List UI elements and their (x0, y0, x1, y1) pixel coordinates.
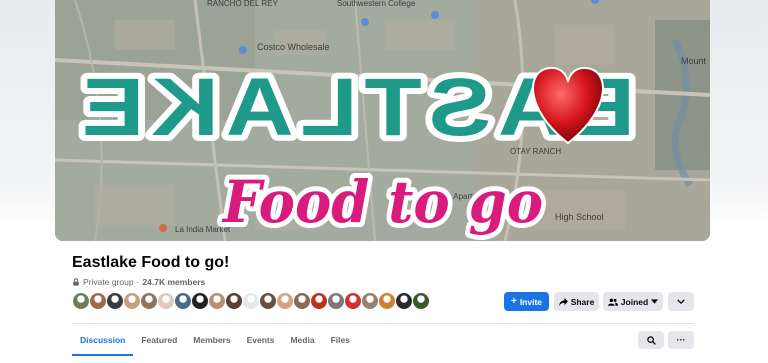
member-avatar[interactable] (412, 292, 430, 310)
group-cover-photo: RANCHO DEL REY Southwestern College Cost… (55, 0, 710, 241)
member-avatar[interactable] (344, 292, 362, 310)
joined-button[interactable]: Joined (603, 292, 663, 311)
tab-featured[interactable]: Featured (133, 325, 185, 356)
member-avatar[interactable] (123, 292, 141, 310)
chevron-down-icon (677, 299, 685, 304)
member-avatar[interactable] (361, 292, 379, 310)
member-avatar[interactable] (106, 292, 124, 310)
member-avatar[interactable] (157, 292, 175, 310)
map-label: RANCHO DEL REY (207, 0, 278, 8)
member-avatar[interactable] (378, 292, 396, 310)
member-count[interactable]: 24.7K members (142, 277, 205, 287)
cover-subline: Food to go (221, 168, 543, 236)
group-tab-bar: Discussion Featured Members Events Media… (72, 325, 358, 357)
ellipsis-icon: ··· (676, 335, 686, 345)
group-meta: Private group · 24.7K members (72, 277, 205, 287)
member-avatar[interactable] (327, 292, 345, 310)
tab-members[interactable]: Members (185, 325, 238, 356)
plus-icon: + (510, 295, 517, 307)
joined-label: Joined (620, 296, 649, 307)
member-avatar[interactable] (191, 292, 209, 310)
tab-events[interactable]: Events (239, 325, 283, 356)
member-avatar-row[interactable] (72, 292, 430, 311)
tab-discussion[interactable]: Discussion (72, 325, 134, 356)
search-group-button[interactable] (638, 331, 664, 349)
share-button[interactable]: Share (554, 292, 599, 311)
invite-button[interactable]: + Invite (504, 292, 549, 311)
map-label: Mount (681, 56, 707, 66)
member-avatar[interactable] (174, 292, 192, 310)
invite-label: Invite (519, 296, 543, 307)
member-avatar[interactable] (208, 292, 226, 310)
member-avatar[interactable] (293, 292, 311, 310)
share-arrow-icon (558, 297, 568, 306)
map-label: Costco Wholesale (257, 42, 330, 52)
member-avatar[interactable] (395, 292, 413, 310)
people-icon (607, 298, 618, 306)
member-avatar[interactable] (72, 292, 90, 310)
meta-separator: · (136, 277, 140, 287)
lock-icon (73, 278, 79, 286)
member-avatar[interactable] (310, 292, 328, 310)
group-privacy[interactable]: Private group (83, 277, 134, 287)
search-icon (646, 335, 656, 345)
cover-image: RANCHO DEL REY Southwestern College Cost… (55, 0, 710, 241)
map-label: Southwestern College (337, 0, 416, 8)
member-avatar[interactable] (259, 292, 277, 310)
group-name: Eastlake Food to go! (72, 254, 230, 271)
member-avatar[interactable] (140, 292, 158, 310)
tab-files[interactable]: Files (323, 325, 358, 356)
more-options-button[interactable] (668, 292, 694, 311)
member-avatar[interactable] (276, 292, 294, 310)
caret-down-icon (651, 299, 659, 304)
share-label: Share (570, 296, 595, 307)
tab-media[interactable]: Media (282, 325, 322, 356)
group-options-button[interactable]: ··· (668, 331, 694, 349)
member-avatar[interactable] (89, 292, 107, 310)
member-avatar[interactable] (225, 292, 243, 310)
map-label: High School (555, 212, 604, 222)
member-avatar[interactable] (242, 292, 260, 310)
header-divider (72, 323, 694, 324)
